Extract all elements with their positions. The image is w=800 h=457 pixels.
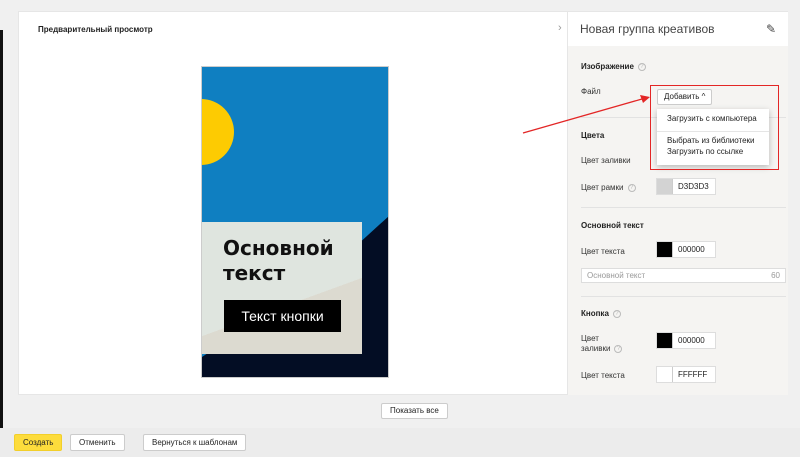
cancel-button[interactable]: Отменить [70,434,125,451]
footer-bar: Создать Отменить Вернуться к шаблонам [0,428,800,457]
annotation-arrow [522,95,650,134]
back-to-templates-button[interactable]: Вернуться к шаблонам [143,434,247,451]
create-button[interactable]: Создать [14,434,63,451]
